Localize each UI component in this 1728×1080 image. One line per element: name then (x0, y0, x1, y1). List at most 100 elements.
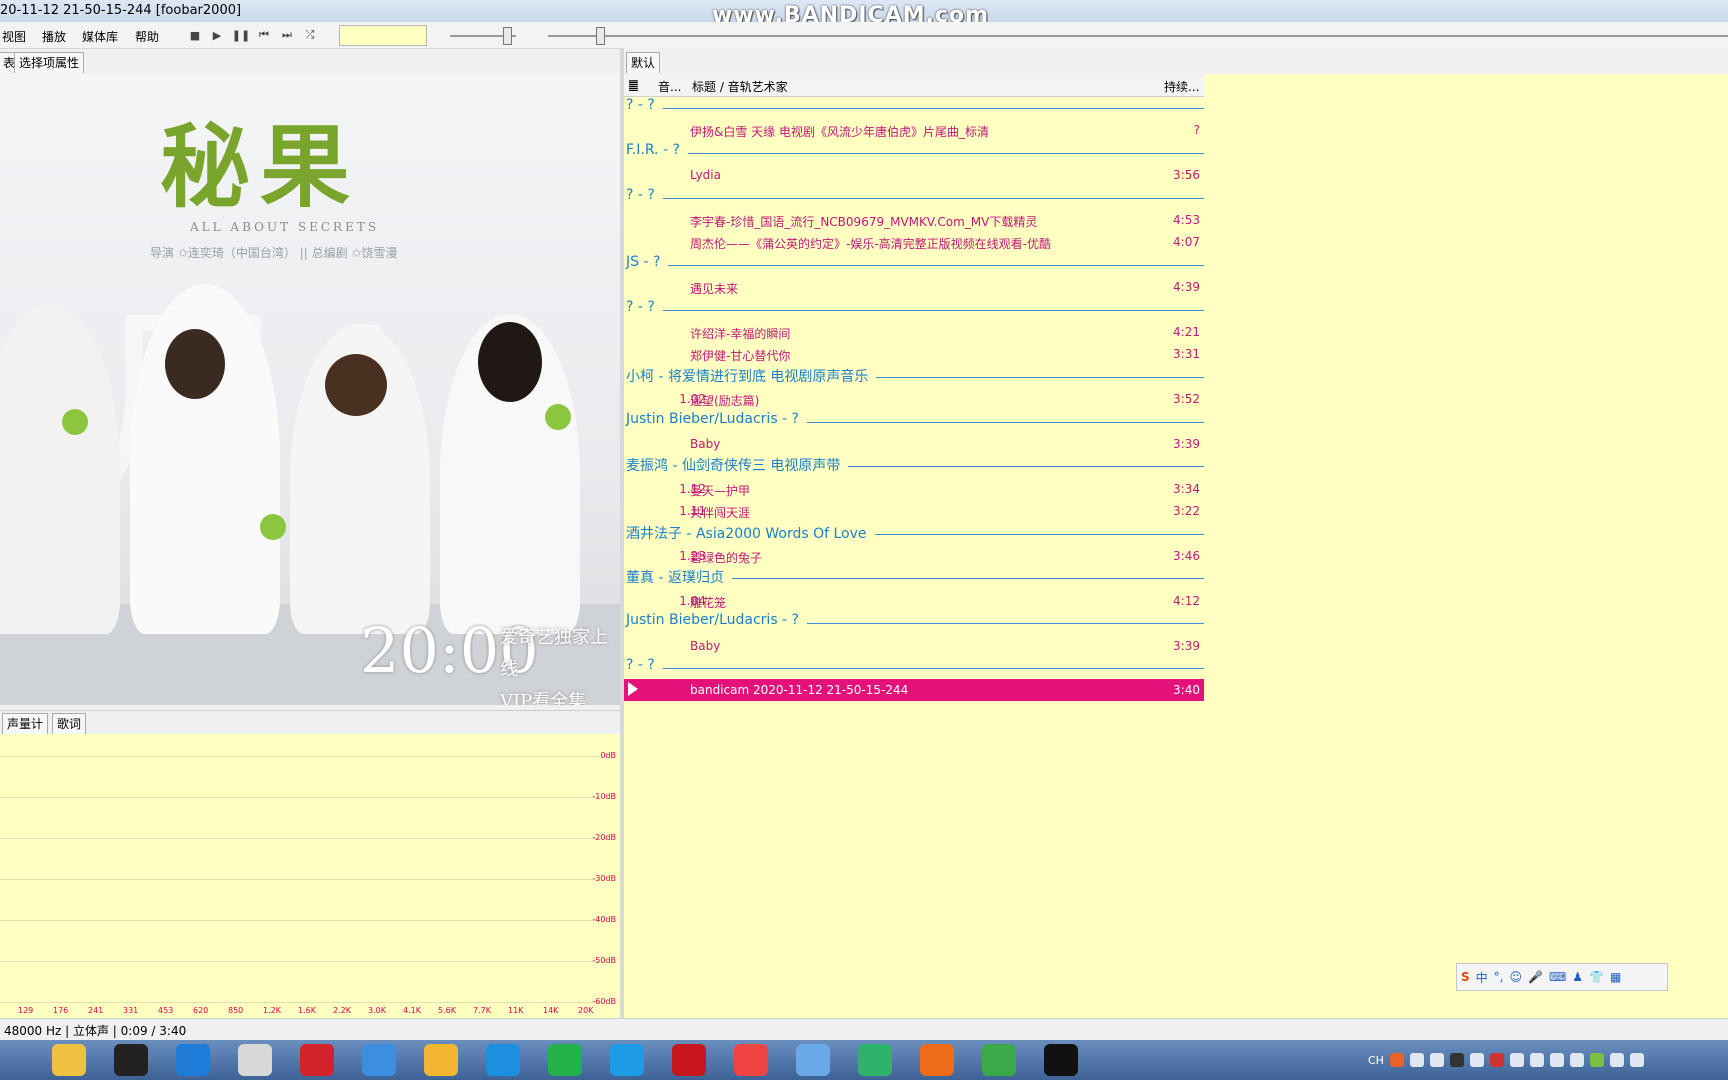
col-duration[interactable]: 持续... (1164, 78, 1199, 95)
tray-arrow-icon[interactable] (1429, 1053, 1444, 1067)
playlist-row[interactable]: 1.23 碧绿色的兔子 3:46 (624, 545, 1204, 567)
emoji-icon[interactable]: ☺ (1510, 970, 1523, 984)
playlist-group-header[interactable]: Justin Bieber/Ludacris - ? (626, 410, 1204, 433)
group-divider (626, 264, 1204, 266)
playlist-row[interactable]: 遇见未来 4:39 (624, 276, 1204, 298)
playlist-group-header[interactable]: ? - ? (626, 186, 1204, 209)
playlist-row[interactable]: 1.02 遥望(励志篇) 3:52 (624, 388, 1204, 410)
skin-icon[interactable]: 👕 (1589, 970, 1604, 984)
stop-button[interactable]: ■ (186, 26, 204, 44)
tray-flag-icon[interactable] (1549, 1053, 1564, 1067)
playlist-group-header[interactable]: ? - ? (626, 298, 1204, 321)
tab-vu-meter[interactable]: 声量计 (2, 713, 49, 734)
playlist-group-header[interactable]: Justin Bieber/Ludacris - ? (626, 612, 1204, 634)
grid-menu-icon[interactable]: ▦ (1610, 970, 1621, 984)
playlist-row-now-playing[interactable]: bandicam 2020-11-12 21-50-15-244 3:40 (624, 679, 1204, 702)
playlist-group-header[interactable]: JS - ? (626, 253, 1204, 276)
microphone-icon[interactable]: 🎤 (1528, 970, 1543, 984)
tray-help-icon[interactable] (1409, 1053, 1424, 1067)
volume-slider-thumb[interactable] (503, 27, 512, 45)
netease-music-icon[interactable] (300, 1044, 334, 1076)
bandicam-record-icon[interactable] (1044, 1044, 1078, 1076)
menu-library[interactable]: 媒体库 (82, 28, 118, 45)
next-button[interactable]: ⏭ (278, 26, 296, 44)
track-title: 伊扬&白雪 天缘 电视剧《风流少年唐伯虎》片尾曲_标清 (690, 125, 989, 140)
ime-toolbar[interactable]: S 中 °, ☺ 🎤 ⌨ ♟ 👕 ▦ (1456, 963, 1668, 991)
play-button[interactable]: ▶ (208, 26, 226, 44)
playlist-group-header[interactable]: 董真 - 返璞归贞 (626, 567, 1204, 589)
playlist-group-header[interactable]: ? - ? (626, 657, 1204, 679)
playlist-row[interactable]: 李宇春-珍惜_国语_流行_NCB09679_MVMKV.Com_MV下载精灵 4:… (624, 209, 1204, 231)
firefox-icon[interactable] (920, 1044, 954, 1076)
playback-order-box[interactable] (339, 25, 427, 46)
tray-network-icon[interactable] (1609, 1053, 1624, 1067)
playlist-row[interactable]: 郑伊健-甘心替代你 3:31 (624, 343, 1204, 365)
pause-button[interactable]: ❚❚ (232, 26, 250, 44)
playlist-row[interactable]: 伊扬&白雪 天缘 电视剧《风流少年唐伯虎》片尾曲_标清? (624, 119, 1204, 141)
tray-chat-icon[interactable] (1509, 1053, 1524, 1067)
menu-help[interactable]: 帮助 (135, 28, 159, 45)
file-explorer-icon[interactable] (52, 1044, 86, 1076)
tray-language[interactable]: CH (1368, 1054, 1384, 1067)
ime-language[interactable]: 中 (1476, 969, 1488, 986)
keyboard-icon[interactable]: ⌨ (1549, 970, 1566, 984)
playlist-row[interactable]: Lydia 3:56 (624, 164, 1204, 186)
tray-volume-icon[interactable] (1569, 1053, 1584, 1067)
video-play-icon[interactable] (858, 1044, 892, 1076)
tray-speaker-icon[interactable] (1629, 1053, 1644, 1067)
playlist-group-header[interactable]: 酒井法子 - Asia2000 Words Of Love (626, 523, 1204, 545)
tab-lyrics[interactable]: 歌词 (52, 713, 87, 734)
playlist-row[interactable]: 许绍洋-幸福的瞬间 4:21 (624, 321, 1204, 343)
track-duration: 4:12 (1173, 593, 1200, 608)
track-title: 遥望(励志篇) (690, 394, 760, 409)
chrome-icon-2[interactable] (734, 1044, 768, 1076)
youku-icon[interactable] (610, 1044, 644, 1076)
tray-flash-icon[interactable] (1489, 1053, 1504, 1067)
tab-default-playlist[interactable]: 默认 (626, 52, 661, 73)
playlist-group-header[interactable]: 小柯 - 将爱情进行到底 电视剧原声音乐 (626, 366, 1204, 388)
playlist-row[interactable]: 1.11 共伴闯天涯 3:22 (624, 500, 1204, 522)
previous-button[interactable]: ⏮ (255, 26, 273, 44)
menu-playback[interactable]: 播放 (42, 28, 66, 45)
seek-thumb[interactable] (596, 27, 605, 45)
playlist-row[interactable]: 周杰伦——《蒲公英的约定》-娱乐-高清完整正版视频在线观看-优酷 4:07 (624, 231, 1204, 253)
playlist-group-header[interactable]: 麦振鸿 - 仙剑奇侠传三 电视原声带 (626, 455, 1204, 477)
punctuation-icon[interactable]: °, (1494, 970, 1504, 984)
playlist-row[interactable]: 1.12 曼天—护甲 3:34 (624, 478, 1204, 500)
random-button[interactable]: ⤮ (301, 26, 319, 44)
db-label: -20dB (592, 833, 616, 842)
seek-bar[interactable] (548, 35, 1728, 37)
tray-sogou-icon[interactable] (1389, 1053, 1404, 1067)
frequency-label: 2.2K (333, 1006, 351, 1015)
player-icon[interactable] (424, 1044, 458, 1076)
tray-update-icon[interactable] (1589, 1053, 1604, 1067)
360-browser-icon[interactable] (486, 1044, 520, 1076)
alien-icon[interactable] (238, 1044, 272, 1076)
playlist-view[interactable]: ䷀ 音... 标题 / 音轨艺术家 持续... ? - ? 伊扬&白雪 天缘 电视… (624, 74, 1728, 1018)
track-duration: 3:40 (1173, 683, 1200, 698)
tray-record-icon[interactable] (1449, 1053, 1464, 1067)
tray-shield-icon[interactable] (1469, 1053, 1484, 1067)
menu-view[interactable]: 视图 (2, 28, 26, 45)
col-title-artist[interactable]: 标题 / 音轨艺术家 (692, 78, 788, 95)
track-title: 李宇春-珍惜_国语_流行_NCB09679_MVMKV.Com_MV下载精灵 (690, 215, 1038, 229)
iqiyi-icon[interactable] (548, 1044, 582, 1076)
col-track-number[interactable]: 音... (658, 78, 681, 95)
col-playing-status[interactable]: ䷀ (628, 78, 639, 92)
playlist-group-header[interactable]: ? - ? (626, 97, 1204, 119)
db-gridline (0, 838, 600, 839)
network-icon[interactable] (982, 1044, 1016, 1076)
group-label: 麦振鸿 - 仙剑奇侠传三 电视原声带 (626, 458, 849, 475)
tray-display-icon[interactable] (1529, 1053, 1544, 1067)
chrome-icon[interactable] (362, 1044, 396, 1076)
music-icon[interactable] (176, 1044, 210, 1076)
playlist-row[interactable]: Baby 3:39 (624, 433, 1204, 455)
tab-selection-properties[interactable]: 选择项属性 (14, 52, 85, 73)
bird-icon[interactable] (796, 1044, 830, 1076)
playlist-row[interactable]: 1.04 雕花笼 4:12 (624, 590, 1204, 612)
potplayer-321-icon[interactable] (114, 1044, 148, 1076)
flash-icon[interactable] (672, 1044, 706, 1076)
playlist-row[interactable]: Baby 3:39 (624, 635, 1204, 657)
user-icon[interactable]: ♟ (1572, 970, 1583, 984)
playlist-group-header[interactable]: F.I.R. - ? (626, 141, 1204, 164)
